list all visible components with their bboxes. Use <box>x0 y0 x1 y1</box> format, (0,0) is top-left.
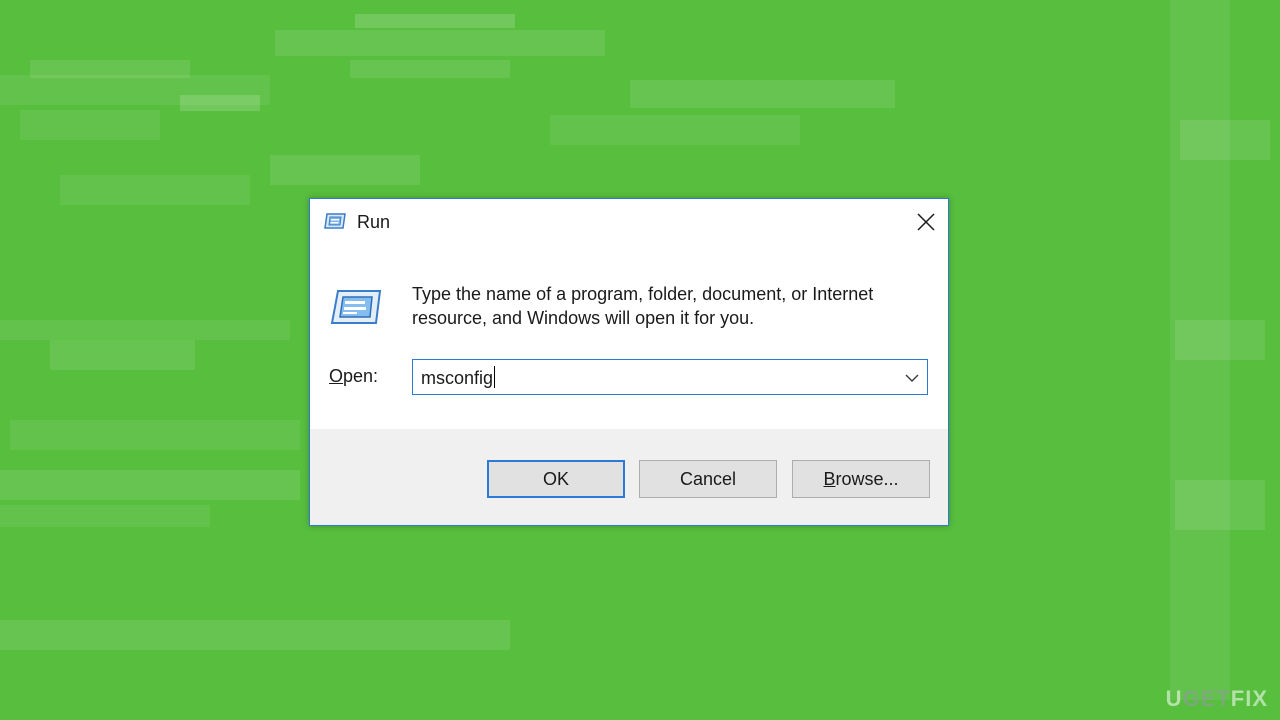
open-label: Open: <box>329 366 378 387</box>
browse-button[interactable]: Browse... <box>792 460 930 498</box>
watermark-logo: UGETFIX <box>1166 686 1268 712</box>
button-bar: OK Cancel Browse... <box>310 429 948 525</box>
chevron-down-icon[interactable] <box>903 369 921 387</box>
open-combobox[interactable]: msconfig <box>412 359 928 395</box>
close-icon <box>917 213 935 231</box>
open-input-value: msconfig <box>421 368 494 388</box>
browse-label: rowse... <box>835 469 899 489</box>
watermark-part3: FIX <box>1230 686 1268 711</box>
dialog-title: Run <box>357 212 391 232</box>
cancel-button[interactable]: Cancel <box>639 460 777 498</box>
run-dialog: Run Type the name of a program, folder, … <box>309 198 949 526</box>
open-label-text: pen: <box>343 366 379 386</box>
open-label-mnemonic: O <box>329 366 344 386</box>
ok-button[interactable]: OK <box>487 460 625 498</box>
watermark-part1: U <box>1165 686 1183 711</box>
title-bar[interactable]: Run <box>310 199 948 247</box>
open-input[interactable]: msconfig <box>421 366 496 389</box>
run-program-icon <box>330 289 382 325</box>
close-button[interactable] <box>902 199 948 245</box>
browse-mnemonic: B <box>823 469 836 489</box>
dialog-description: Type the name of a program, folder, docu… <box>412 284 874 328</box>
watermark-part2: GET <box>1182 686 1231 711</box>
text-caret <box>494 366 496 388</box>
run-icon <box>323 212 347 230</box>
